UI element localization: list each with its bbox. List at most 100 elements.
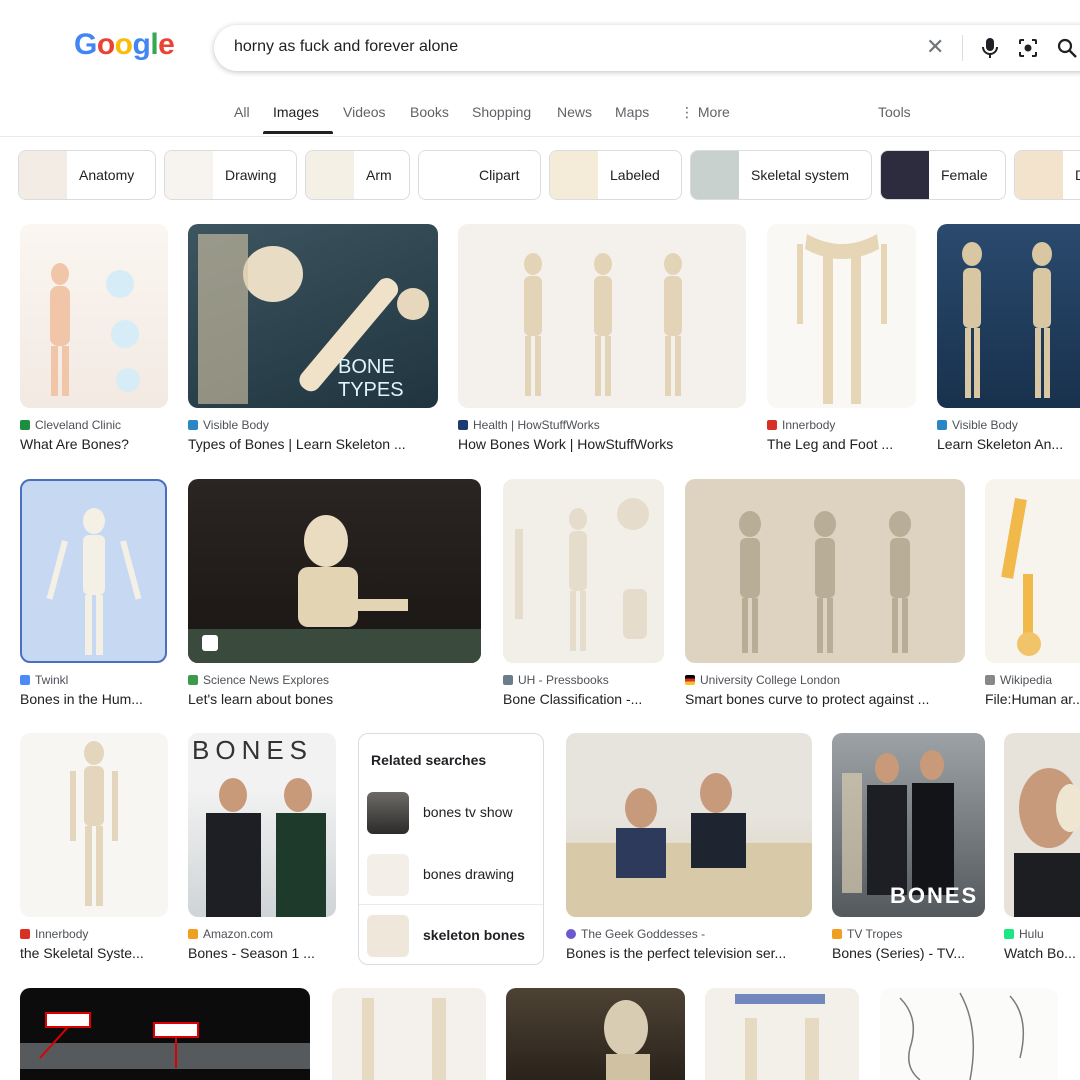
result-image[interactable] [685,479,965,663]
result-source: Science News Explores [188,673,481,687]
clear-icon[interactable]: ✕ [926,36,944,58]
related-search-item[interactable]: skeleton bones [359,904,543,965]
more-vert-icon: ⋮ [680,104,698,120]
result-title[interactable]: Bones (Series) - TV... [832,945,985,961]
tab-maps[interactable]: Maps [615,104,649,120]
skeleton-3d-image [962,242,1052,398]
result-image[interactable] [937,224,1080,408]
search-box[interactable]: horny as fuck and forever alone ✕ [214,25,1080,71]
chip-skeletal-system[interactable]: Skeletal system [690,150,872,200]
chip-anatomy[interactable]: Anatomy [18,150,156,200]
result-image[interactable]: BONES [188,733,336,917]
result-image[interactable] [20,224,168,408]
result-image[interactable] [20,479,167,663]
camera-lens-icon[interactable] [1017,37,1039,59]
result-image[interactable] [566,733,812,917]
sitting-skeleton-image [188,515,481,663]
tab-all[interactable]: All [234,104,250,120]
result-image[interactable] [1004,733,1080,917]
chip-clipart[interactable]: Clipart [418,150,541,200]
result-source: Amazon.com [188,927,336,941]
tools-button[interactable]: Tools [878,104,911,120]
result-title[interactable]: Smart bones curve to protect against ... [685,691,965,707]
favicon [20,929,30,939]
related-search-label: bones tv show [423,804,513,820]
chip-label: Arm [366,167,392,183]
result-title[interactable]: How Bones Work | HowStuffWorks [458,436,746,452]
favicon [20,675,30,685]
result-image[interactable] [20,733,168,917]
result-image[interactable]: BONES [832,733,985,917]
chip-labeled[interactable]: Labeled [549,150,682,200]
favicon [685,675,695,685]
xray-arm-image [20,1012,310,1069]
result-image[interactable] [506,988,685,1080]
result-title[interactable]: Bone Classification -... [503,691,664,707]
search-icon[interactable] [1056,37,1078,59]
result-title[interactable]: Bones - Season 1 ... [188,945,336,961]
chip-thumbnail [19,151,67,199]
favicon [937,420,947,430]
mic-icon[interactable] [980,37,1000,59]
chip-thumbnail [165,151,213,199]
result-image[interactable] [188,479,481,663]
tab-more[interactable]: ⋮ More [680,104,730,121]
tab-videos[interactable]: Videos [343,104,386,120]
result-image[interactable] [503,479,664,663]
favicon [188,675,198,685]
related-searches-panel: Related searches bones tv show bones dra… [358,733,544,965]
chip-more[interactable]: D [1014,150,1080,200]
result-title[interactable]: Let's learn about bones [188,691,481,707]
result-source-label: Innerbody [35,927,89,941]
logo-letter: g [132,28,151,61]
result-title[interactable]: Watch Bo... [1004,945,1080,961]
related-search-item[interactable]: bones drawing [359,844,543,904]
result-title[interactable]: Bones in the Hum... [20,691,167,707]
result-source: Innerbody [767,418,916,432]
skeleton-chart-image [524,253,682,396]
result-source: UH - Pressbooks [503,673,664,687]
related-thumbnail [367,854,409,896]
result-title[interactable]: File:Human ar... [985,691,1080,707]
result-title[interactable]: The Leg and Foot ... [767,436,916,452]
chip-arm[interactable]: Arm [305,150,410,200]
google-logo[interactable]: G o o g l e [74,28,175,62]
result-image[interactable] [985,479,1080,663]
active-tab-indicator [263,131,333,134]
chip-thumbnail [881,151,929,199]
logo-letter: o [96,28,115,61]
result-title[interactable]: Types of Bones | Learn Skeleton ... [188,436,438,452]
chip-label: Labeled [610,167,660,183]
chip-female[interactable]: Female [880,150,1006,200]
result-title[interactable]: the Skeletal Syste... [20,945,168,961]
tab-news[interactable]: News [557,104,592,120]
chip-label: D [1063,167,1080,183]
bones-season-cover-image [206,778,326,917]
search-input[interactable]: horny as fuck and forever alone [234,38,458,56]
result-image[interactable] [458,224,746,408]
result-title[interactable]: Learn Skeleton An... [937,436,1080,452]
result-image[interactable] [880,988,1058,1080]
related-search-item[interactable]: bones tv show [359,782,543,842]
chip-drawing[interactable]: Drawing [164,150,297,200]
tab-images[interactable]: Images [273,104,319,120]
tab-books[interactable]: Books [410,104,449,120]
tab-shopping[interactable]: Shopping [472,104,531,120]
result-image[interactable] [332,988,486,1080]
result-image[interactable] [767,224,916,408]
chip-thumbnail [306,151,354,199]
chip-thumbnail [691,151,739,199]
result-source: Innerbody [20,927,168,941]
result-title[interactable]: Bones is the perfect television ser... [566,945,812,961]
favicon [188,420,198,430]
result-title[interactable]: What Are Bones? [20,436,168,452]
result-source-label: Health | HowStuffWorks [473,418,600,432]
favicon [985,675,995,685]
result-image[interactable] [20,988,310,1080]
result-source-label: Twinkl [35,673,69,687]
chip-label: Skeletal system [751,167,850,183]
result-image[interactable] [705,988,859,1080]
skeleton-portrait-image [604,1000,650,1080]
related-thumbnail [367,792,409,834]
result-image[interactable]: BONE TYPES [188,224,438,408]
